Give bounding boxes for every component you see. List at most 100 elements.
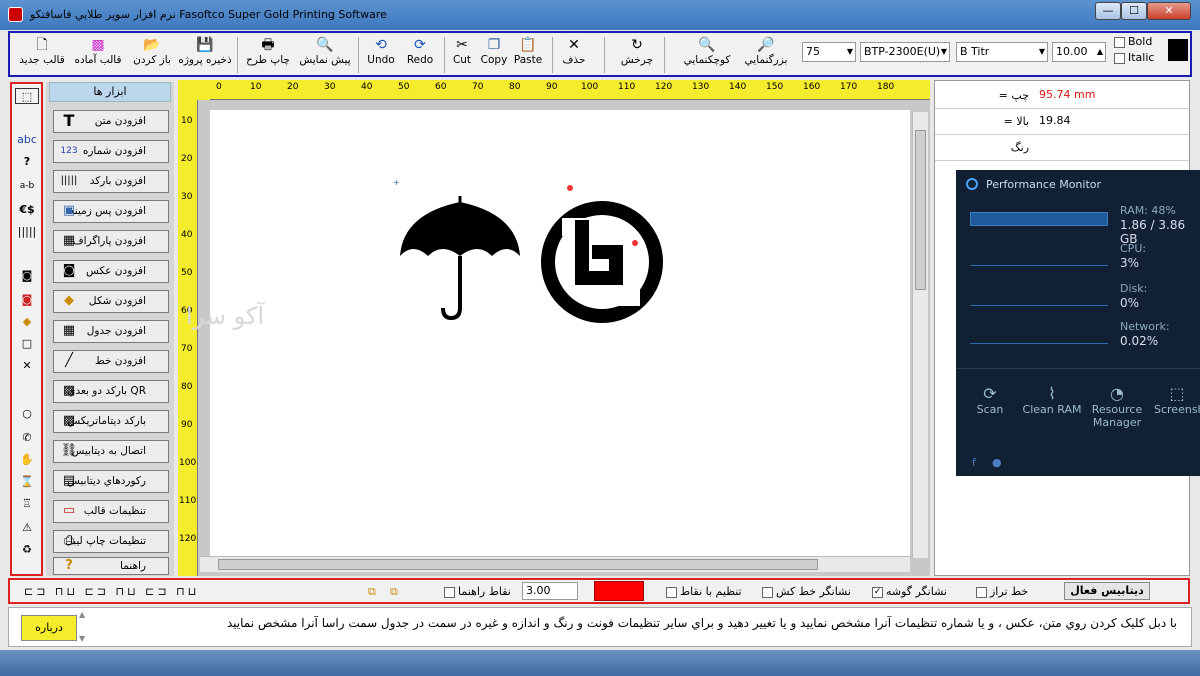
- scroll-up-icon[interactable]: ▲: [79, 610, 85, 619]
- select-tool-icon[interactable]: ⬚: [15, 88, 39, 104]
- social-icon[interactable]: ●: [992, 456, 1002, 469]
- spacing-stepper[interactable]: 3.00: [522, 582, 578, 600]
- add-text-button[interactable]: T افزودن متن: [53, 110, 169, 133]
- ready-template-button[interactable]: ▩ قالب آماده: [70, 36, 126, 74]
- add-background-button[interactable]: ▣ افزودن پس زمينه: [53, 200, 169, 223]
- paste-button[interactable]: 📋 Paste: [510, 36, 546, 74]
- umbrella-icon[interactable]: [400, 196, 520, 321]
- table-icon: ▦: [62, 323, 76, 338]
- hand-icon[interactable]: ✋: [15, 452, 39, 468]
- guide-points-checkbox[interactable]: نقاط راهنما: [444, 585, 511, 598]
- scroll-thumb[interactable]: [915, 130, 926, 290]
- selection-handle[interactable]: [632, 240, 638, 246]
- bring-front-icon[interactable]: ⧉: [368, 585, 376, 599]
- hourglass-icon[interactable]: ⌛: [15, 474, 39, 490]
- scroll-thumb[interactable]: [218, 559, 818, 570]
- bold-checkbox[interactable]: Bold: [1114, 35, 1152, 48]
- checkbox-box: [762, 586, 773, 598]
- scroll-down-icon[interactable]: ▼: [79, 634, 85, 643]
- paragraph-icon: ▦: [62, 233, 76, 248]
- tools-panel-header: ابزار ها: [49, 82, 171, 102]
- shapes-icon[interactable]: ◆: [15, 314, 39, 330]
- property-top-value[interactable]: 19.84: [1039, 114, 1071, 127]
- phone-icon[interactable]: ✆: [15, 430, 39, 446]
- zoom-select[interactable]: 75 ▼: [802, 42, 856, 62]
- add-line-button[interactable]: ╱ افزودن خط: [53, 350, 169, 373]
- print-design-button[interactable]: 🖶 چاپ طرح: [242, 36, 294, 74]
- add-number-button[interactable]: 123 افزودن شماره: [53, 140, 169, 163]
- recycle-icon[interactable]: ♻: [15, 542, 39, 558]
- level-line-checkbox[interactable]: خط تراز: [976, 585, 1028, 598]
- corner-marker-checkbox[interactable]: ✓ نشانگر گوشه: [872, 585, 947, 598]
- add-paragraph-button[interactable]: ▦ افزودن پاراگراف: [53, 230, 169, 253]
- add-shape-button[interactable]: ◆ افزودن شکل: [53, 290, 169, 313]
- maximize-button[interactable]: ☐: [1121, 2, 1147, 20]
- barcode-icon[interactable]: |||||: [15, 224, 39, 240]
- undo-button[interactable]: ⟲ Undo: [362, 36, 400, 74]
- qr-code-button[interactable]: ▩ بارکد دو بعدي QR: [53, 380, 169, 403]
- rotate-button[interactable]: ↻ چرخش: [614, 36, 660, 74]
- camera-icon[interactable]: ◙: [15, 268, 39, 284]
- label-page[interactable]: +: [210, 110, 910, 556]
- connect-database-button[interactable]: ⛓ اتصال به ديتابيس: [53, 440, 169, 463]
- open-button[interactable]: 📂 باز کردن: [126, 36, 178, 74]
- trophy-icon[interactable]: ♖: [15, 496, 39, 512]
- vertical-scrollbar[interactable]: [912, 112, 928, 558]
- facebook-icon[interactable]: f: [972, 456, 976, 469]
- camera-red-icon[interactable]: ◙: [15, 292, 39, 308]
- zoom-in-button[interactable]: 🔎 بزرگنمايي: [738, 36, 794, 74]
- cut-label: Cut: [452, 54, 472, 66]
- color-swatch[interactable]: [1168, 39, 1188, 61]
- disk-value: 0%: [1120, 296, 1140, 310]
- label-print-settings-button[interactable]: ⎙ تنظيمات چاپ ليبل: [53, 530, 169, 553]
- copy-button[interactable]: ❐ Copy: [478, 36, 510, 74]
- design-canvas-area: 0 10 20 30 40 50 60 70 80 90 100 110 120…: [178, 80, 930, 576]
- zoom-out-label: کوچکنمايي: [683, 54, 731, 66]
- datamatrix-button[interactable]: ▩ بارکد ديتاماتريکس: [53, 410, 169, 433]
- delete-button[interactable]: ✕ حذف: [558, 36, 590, 74]
- rectangle-icon[interactable]: □: [15, 336, 39, 352]
- scan-action[interactable]: ⟳ Scan: [966, 384, 1014, 416]
- active-database-tab[interactable]: ديتابيس فعال: [1064, 582, 1150, 600]
- a-b-icon[interactable]: a-b: [15, 178, 39, 194]
- redo-button[interactable]: ⟳ Redo: [400, 36, 440, 74]
- circle-icon[interactable]: ○: [15, 406, 39, 422]
- about-button[interactable]: درباره: [21, 615, 77, 641]
- printer-select[interactable]: BTP-2300E(U) ▼: [860, 42, 950, 62]
- drag-line-checkbox[interactable]: نشانگر خط کش: [762, 585, 851, 598]
- add-table-button[interactable]: ▦ افزودن جدول: [53, 320, 169, 343]
- selection-handle[interactable]: [567, 185, 573, 191]
- marker-color-swatch[interactable]: [594, 581, 644, 601]
- zoom-out-button[interactable]: 🔍 کوچکنمايي: [676, 36, 738, 74]
- add-number-label: افزودن شماره: [82, 145, 146, 157]
- clean-ram-action[interactable]: ⌇ Clean RAM: [1020, 384, 1084, 416]
- cross-line-icon[interactable]: ✕: [15, 358, 39, 374]
- add-barcode-button[interactable]: ||||| افزودن بارکد: [53, 170, 169, 193]
- template-settings-button[interactable]: ▭ تنظيمات قالب: [53, 500, 169, 523]
- database-records-button[interactable]: ▤ رکوردهاي ديتابيس: [53, 470, 169, 493]
- warning-icon[interactable]: ⚠: [15, 520, 39, 536]
- barcode-icon: |||||: [60, 175, 78, 186]
- italic-checkbox[interactable]: Italic: [1114, 51, 1154, 64]
- resource-manager-action[interactable]: ◔ Resource Manager: [1086, 384, 1148, 429]
- save-project-button[interactable]: 💾 ذخيره پروژه: [178, 36, 232, 74]
- preview-button[interactable]: 🔍 پيش نمايش: [296, 36, 354, 74]
- alignment-tools-icon[interactable]: ⊏⊐ ⊓⊔ ⊏⊐ ⊓⊔ ⊏⊐ ⊓⊔: [24, 585, 199, 598]
- cut-button[interactable]: ✂ Cut: [446, 36, 478, 74]
- text-abc-icon[interactable]: abc: [15, 132, 39, 148]
- font-size-stepper[interactable]: 10.00 ▲: [1052, 42, 1106, 62]
- align-points-checkbox[interactable]: تنظيم با نقاط: [666, 585, 742, 598]
- property-left-value[interactable]: 95.74 mm: [1039, 88, 1095, 101]
- help-icon[interactable]: ?: [15, 154, 39, 170]
- font-select[interactable]: B Titr ▼: [956, 42, 1048, 62]
- help-button[interactable]: ? راهنما: [53, 557, 169, 575]
- logo-mark[interactable]: [541, 201, 663, 323]
- currency-icon[interactable]: €$: [15, 202, 39, 218]
- screenshot-action[interactable]: ⬚ Screensh: [1154, 384, 1200, 416]
- close-button[interactable]: ✕: [1147, 2, 1191, 20]
- minimize-button[interactable]: —: [1095, 2, 1121, 20]
- new-template-button[interactable]: 🗋 قالب جديد: [14, 36, 70, 74]
- horizontal-scrollbar[interactable]: [200, 556, 910, 572]
- add-photo-button[interactable]: ◙ افزودن عکس: [53, 260, 169, 283]
- send-back-icon[interactable]: ⧉: [390, 585, 398, 599]
